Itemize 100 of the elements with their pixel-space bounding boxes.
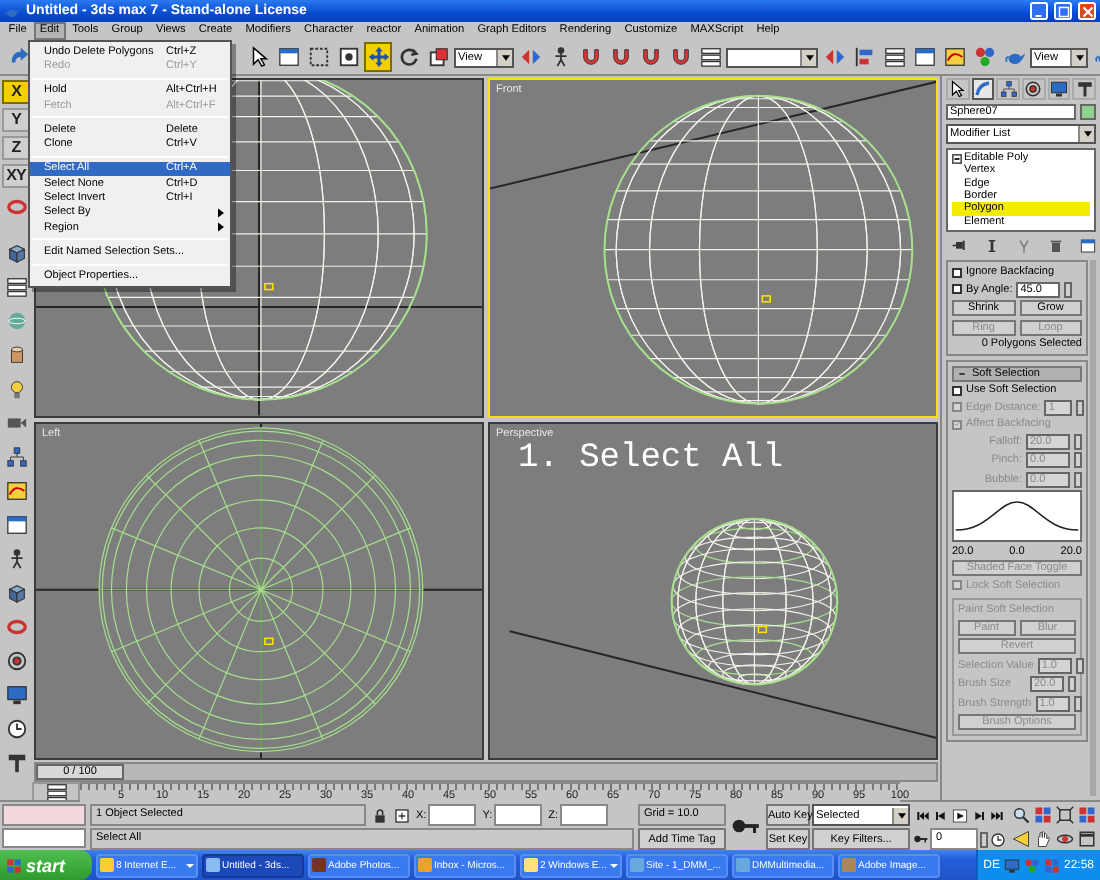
app-icon (312, 858, 326, 872)
toolbar-button[interactable] (2, 646, 30, 676)
target-icon (5, 650, 27, 672)
coord-field[interactable] (494, 804, 543, 826)
layers-icon (5, 276, 27, 298)
toolbar-button[interactable] (696, 42, 724, 72)
zoom-extents-icon (1055, 806, 1073, 824)
window-icon (913, 46, 935, 68)
toolbar-button[interactable] (274, 42, 302, 72)
spinner-button[interactable] (1076, 399, 1085, 415)
navigation-button[interactable] (1032, 828, 1052, 850)
toolbar-button[interactable] (32, 782, 80, 803)
panel-tab[interactable] (1047, 78, 1071, 100)
navigation-button[interactable] (1054, 804, 1074, 826)
toolbar-button[interactable] (940, 42, 968, 72)
hammer-icon (5, 752, 27, 774)
magnet-icon (609, 46, 631, 68)
toolbar-button[interactable] (2, 510, 30, 540)
close-icon (1081, 5, 1093, 17)
toolbar-button[interactable] (334, 42, 362, 72)
spheres-icon (1023, 857, 1040, 873)
axis-button[interactable]: XY (2, 164, 30, 188)
navigation-button[interactable] (1076, 828, 1096, 850)
toolbar-button[interactable] (2, 272, 30, 302)
window-icon (5, 514, 27, 536)
selection-set-dropdown[interactable] (726, 47, 818, 67)
toolbar-button[interactable] (2, 680, 30, 710)
four-squares-icon (6, 857, 22, 873)
checkbox[interactable] (952, 267, 962, 277)
axis-button[interactable]: X (2, 80, 30, 104)
caret-icon (1083, 130, 1091, 138)
cube-icon (5, 582, 27, 604)
falloff-curve (952, 490, 1082, 542)
hammer-icon (1075, 80, 1094, 98)
mirror-icon (823, 46, 845, 68)
toolbar-button[interactable] (880, 42, 908, 72)
camera-icon (5, 412, 27, 434)
orbit-icon (1055, 830, 1073, 848)
layers-icon (699, 46, 721, 68)
navigation-button[interactable] (1010, 804, 1030, 826)
align-icon (853, 46, 875, 68)
spinner-button[interactable] (1064, 281, 1073, 297)
toolbar-button[interactable] (2, 476, 30, 506)
curved-arrow-icon (7, 46, 29, 68)
toolbar-button[interactable] (910, 42, 938, 72)
skip-end-icon (987, 807, 1003, 823)
panel-tab[interactable] (971, 78, 995, 100)
monitor-icon (1003, 857, 1020, 873)
trash-icon (1048, 238, 1064, 254)
axis-button[interactable]: Z (2, 136, 30, 160)
axis-button[interactable]: Y (2, 108, 30, 132)
close-button[interactable] (1078, 2, 1096, 20)
scrollbar[interactable] (1090, 260, 1096, 796)
window-icon (277, 46, 299, 68)
script-listener[interactable] (2, 827, 86, 848)
spinner-button[interactable] (980, 831, 988, 847)
toolbar-button[interactable] (304, 42, 332, 72)
color-swatch[interactable] (1080, 104, 1096, 120)
panel-tab[interactable] (1072, 78, 1097, 100)
caret-icon (1075, 53, 1083, 61)
graph-icon (5, 480, 27, 502)
coord-field[interactable] (560, 804, 608, 826)
navigation-button[interactable] (1010, 828, 1030, 850)
maximize-icon (1057, 5, 1069, 17)
coord-field[interactable] (428, 804, 477, 826)
mirror-icon (519, 46, 541, 68)
toolbar-button[interactable] (2, 714, 30, 744)
target-icon (1024, 80, 1043, 98)
monitor-icon (5, 684, 27, 706)
panel-tab[interactable] (1022, 78, 1046, 100)
four-squares-icon (1077, 806, 1095, 824)
spheres-icon (973, 46, 995, 68)
panel-tab[interactable] (946, 78, 970, 100)
checkbox[interactable] (952, 284, 962, 294)
toolbar-button[interactable] (424, 42, 452, 72)
clock-icon (990, 831, 1006, 847)
collapse-icon[interactable] (952, 153, 962, 164)
minimize-button[interactable] (1030, 2, 1048, 20)
maximize-button[interactable] (1054, 2, 1072, 20)
magnet-icon (639, 46, 661, 68)
move-icon (367, 46, 389, 68)
caret-icon (897, 811, 905, 819)
app-icon (206, 858, 220, 872)
caption-text: 1. Select All (518, 439, 784, 478)
caret-icon (501, 53, 509, 61)
play-icon (951, 807, 967, 823)
hierarchy-icon (5, 446, 27, 468)
monitor-icon (1050, 80, 1069, 98)
playback-button[interactable] (950, 804, 968, 826)
ring-icon (5, 616, 27, 638)
cursor-icon (948, 80, 967, 98)
hierarchy-icon (999, 80, 1018, 98)
clock-icon (5, 718, 27, 740)
cylinder-icon (5, 344, 27, 366)
cube-icon (5, 242, 27, 264)
toolbar-button[interactable] (850, 42, 878, 72)
graph-icon (943, 46, 965, 68)
dashed-square-icon (307, 46, 329, 68)
app-icon (842, 858, 856, 872)
bend-icon (974, 80, 992, 98)
